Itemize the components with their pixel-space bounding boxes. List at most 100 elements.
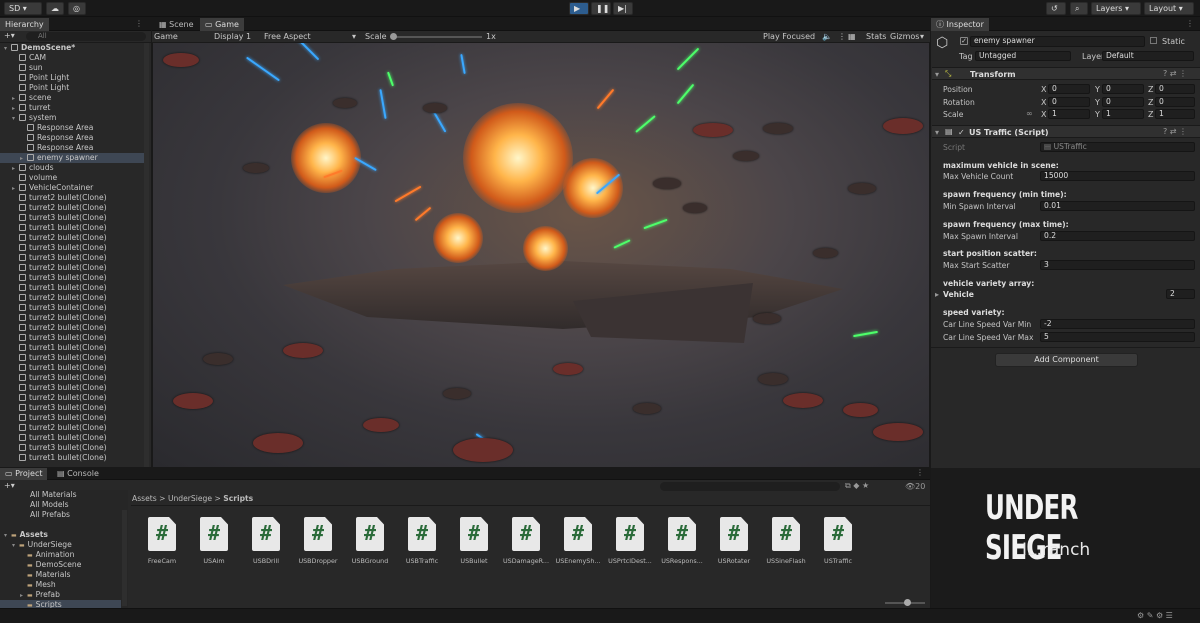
hierarchy-item[interactable]: turret3 bullet(Clone) [0,403,144,413]
hierarchy-item[interactable]: turret3 bullet(Clone) [0,413,144,423]
component-menu-icons[interactable]: ? ⇄ ⋮ [1163,127,1187,136]
hierarchy-item[interactable]: ▾ DemoScene* [0,43,144,53]
hierarchy-item[interactable]: Response Area [0,123,144,133]
hierarchy-item[interactable]: turret1 bullet(Clone) [0,363,144,373]
hierarchy-item[interactable]: turret2 bullet(Clone) [0,423,144,433]
rotation-z-field[interactable]: 0 [1155,97,1195,107]
hierarchy-item[interactable]: turret2 bullet(Clone) [0,193,144,203]
script-asset[interactable]: # USDamageR... [500,517,552,565]
hierarchy-item[interactable]: ▸ turret [0,103,144,113]
grid-icon[interactable]: ▦ [848,32,856,41]
hierarchy-item[interactable]: ▸ scene [0,93,144,103]
favorite-item[interactable]: All Models [30,500,69,510]
hierarchy-item[interactable]: ▸ clouds [0,163,144,173]
hierarchy-item[interactable]: turret3 bullet(Clone) [0,383,144,393]
tab-console[interactable]: ▤ Console [52,468,104,480]
hierarchy-item[interactable]: turret2 bullet(Clone) [0,203,144,213]
account-dropdown[interactable]: SD ▾ [4,2,42,15]
project-tree-item[interactable]: ▬ Mesh [0,580,121,590]
breadcrumb-undersiege[interactable]: UnderSiege [168,494,212,503]
min-spawn-field[interactable]: 0.01 [1040,201,1195,211]
hierarchy-item[interactable]: turret3 bullet(Clone) [0,373,144,383]
hierarchy-item[interactable]: turret3 bullet(Clone) [0,303,144,313]
status-icons[interactable]: ⚙ ✎ ⚙ ☰ [1137,611,1173,620]
display-mode-dropdown[interactable]: Game [154,32,178,41]
lock-icon[interactable]: ⋮ [135,19,143,28]
zoom-slider-handle[interactable] [904,599,911,606]
max-spawn-field[interactable]: 0.2 [1040,231,1195,241]
script-asset[interactable]: # USBTraffic [396,517,448,565]
layout-dropdown[interactable]: Layout ▾ [1144,2,1194,15]
breadcrumb-assets[interactable]: Assets [132,494,157,503]
filter-icons[interactable]: ⧉ ◆ ★ [845,481,869,491]
script-asset[interactable]: # FreeCam [136,517,188,565]
position-x-field[interactable]: 0 [1048,84,1090,94]
scatter-field[interactable]: 3 [1040,260,1195,270]
hierarchy-item[interactable]: turret2 bullet(Clone) [0,263,144,273]
chevron-down-icon[interactable]: ▾ [935,128,939,137]
hierarchy-item[interactable]: ▸ VehicleContainer [0,183,144,193]
project-tree-item[interactable]: ▸ ▬ Prefab [0,590,121,600]
link-icon[interactable]: ∞ [1026,109,1033,118]
script-asset[interactable]: # USRespons... [656,517,708,565]
project-tree-item[interactable]: ▬ DemoScene [0,560,121,570]
script-asset[interactable]: # USAim [188,517,240,565]
layers-dropdown[interactable]: Layers ▾ [1091,2,1141,15]
hierarchy-item[interactable]: ▸ enemy spawner [0,153,144,163]
tab-game[interactable]: ▭ Game [200,18,244,31]
hierarchy-item[interactable]: turret3 bullet(Clone) [0,353,144,363]
component-menu-icons[interactable]: ? ⇄ ⋮ [1163,69,1187,78]
project-tree-item[interactable]: ▾ ▬ Assets [0,530,121,540]
menu-icon[interactable]: ⋮ [1186,19,1194,28]
chevron-right-icon[interactable]: ▸ [935,290,939,299]
play-button[interactable]: ▶ [569,2,589,15]
script-asset[interactable]: # USBullet [448,517,500,565]
speed-min-field[interactable]: -2 [1040,319,1195,329]
hierarchy-item[interactable]: turret3 bullet(Clone) [0,253,144,263]
vehicle-array-label[interactable]: Vehicle [943,290,974,300]
vehicle-array-size[interactable]: 2 [1166,289,1195,299]
hierarchy-item[interactable]: turret2 bullet(Clone) [0,233,144,243]
chevron-down-icon[interactable]: ▾ [935,70,939,79]
hierarchy-item[interactable]: CAM [0,53,144,63]
tab-project[interactable]: ▭ Project [0,468,48,480]
active-checkbox[interactable]: ✓ [960,37,968,45]
script-asset[interactable]: # USSineFlash [760,517,812,565]
rotation-y-field[interactable]: 0 [1102,97,1144,107]
gizmos-button[interactable]: Gizmos [890,32,919,41]
hierarchy-item[interactable]: Response Area [0,133,144,143]
position-z-field[interactable]: 0 [1155,84,1195,94]
hierarchy-item[interactable]: turret2 bullet(Clone) [0,293,144,303]
hierarchy-item[interactable]: turret2 bullet(Clone) [0,393,144,403]
scale-z-field[interactable]: 1 [1155,109,1195,119]
hierarchy-item[interactable]: turret3 bullet(Clone) [0,243,144,253]
hierarchy-item[interactable]: turret1 bullet(Clone) [0,223,144,233]
cloud-icon[interactable]: ☁ [46,2,64,15]
hierarchy-item[interactable]: Point Light [0,73,144,83]
script-asset[interactable]: # USBGround [344,517,396,565]
position-y-field[interactable]: 0 [1102,84,1144,94]
hierarchy-item[interactable]: turret1 bullet(Clone) [0,433,144,443]
speed-max-field[interactable]: 5 [1040,332,1195,342]
breadcrumb-scripts[interactable]: Scripts [223,494,253,503]
collab-icon[interactable]: ◎ [68,2,86,15]
step-button[interactable]: ▶| [613,2,633,15]
hierarchy-item[interactable]: turret1 bullet(Clone) [0,343,144,353]
add-component-button[interactable]: Add Component [995,353,1138,367]
hierarchy-item[interactable]: turret1 bullet(Clone) [0,283,144,293]
project-tree-scrollbar[interactable] [122,510,127,606]
add-icon[interactable]: +▾ [4,31,15,40]
lock-icon[interactable]: ⋮ [916,468,924,477]
script-asset[interactable]: # USEnemySh... [552,517,604,565]
project-tree-item[interactable]: ▬ Animation [0,550,121,560]
more-icon[interactable]: ⋮ [838,32,846,41]
hierarchy-item[interactable]: turret3 bullet(Clone) [0,333,144,343]
hierarchy-item[interactable]: turret1 bullet(Clone) [0,453,144,463]
favorite-item[interactable]: All Prefabs [30,510,70,520]
scale-slider-handle[interactable] [390,33,397,40]
tab-hierarchy[interactable]: Hierarchy [0,18,49,31]
aspect-dropdown[interactable]: Free Aspect [264,32,311,41]
audio-icon[interactable]: 🔈 [822,32,832,41]
rotation-x-field[interactable]: 0 [1048,97,1090,107]
project-tree-item[interactable]: ▬ Materials [0,570,121,580]
